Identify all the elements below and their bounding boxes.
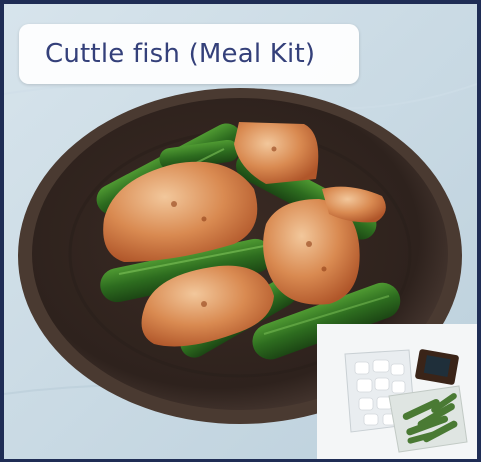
product-card: Cuttle fish (Meal Kit) [0,0,481,462]
title-label: Cuttle fish (Meal Kit) [19,24,359,84]
product-title: Cuttle fish (Meal Kit) [45,39,316,69]
okra-bag [388,385,468,453]
meal-kit-inset-photo [317,324,477,459]
